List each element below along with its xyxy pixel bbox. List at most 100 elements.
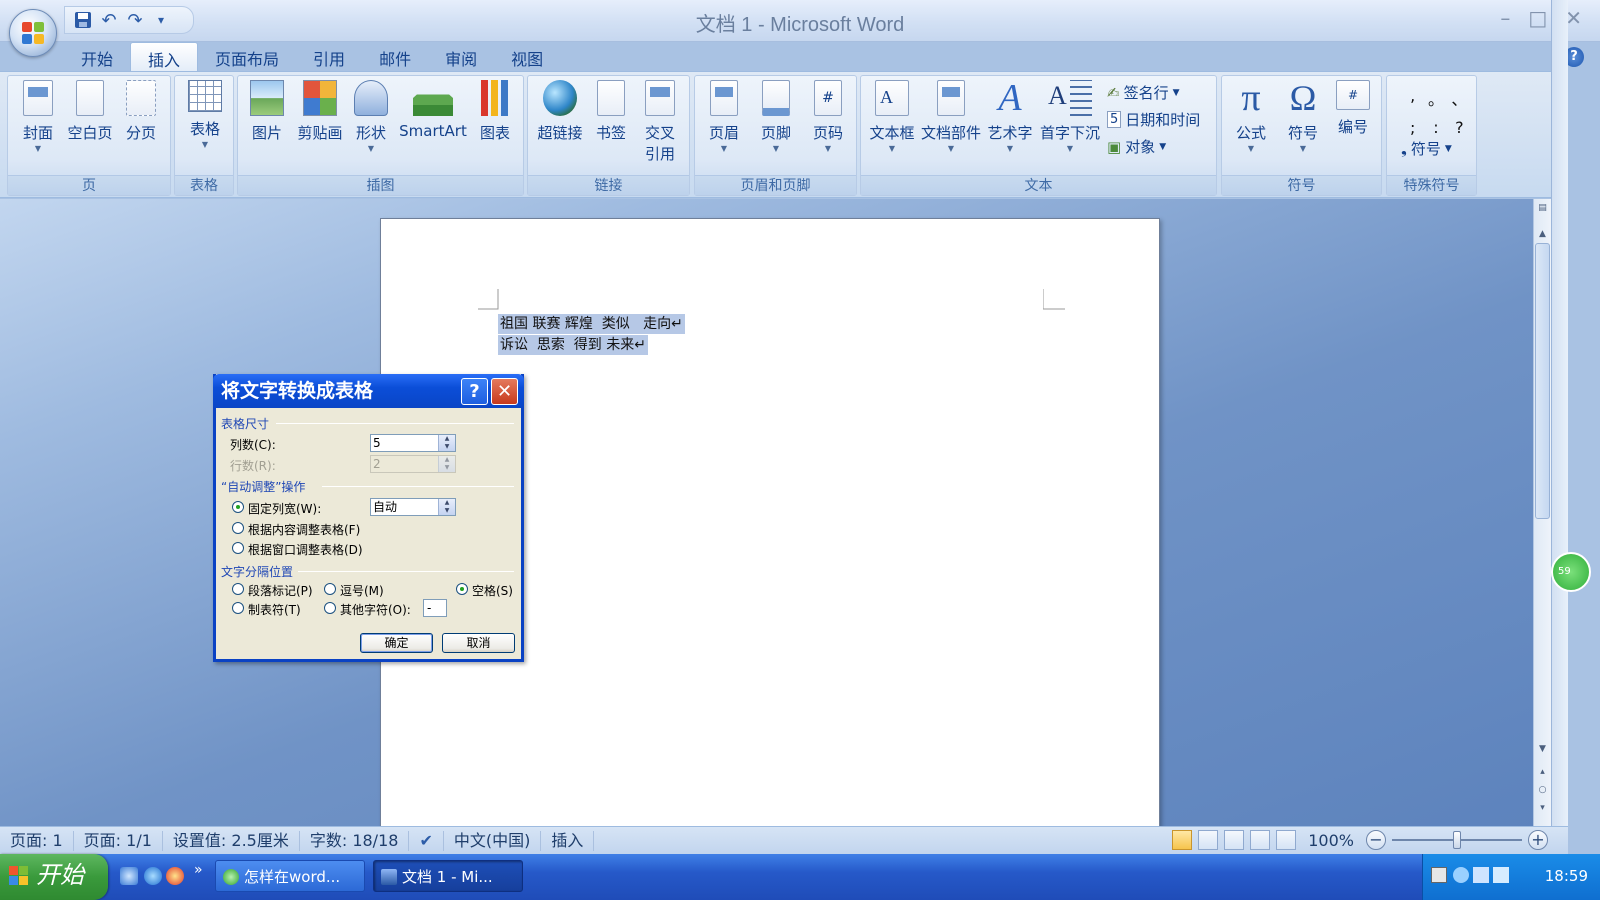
autofit-content-radio[interactable]	[232, 522, 244, 534]
volume-icon[interactable]	[1493, 867, 1509, 883]
tab-home[interactable]: 开始	[64, 42, 130, 72]
status-pages[interactable]: 页面: 1/1	[74, 830, 163, 851]
zoom-out-button[interactable]: −	[1366, 830, 1386, 850]
picture-button[interactable]: 图片	[242, 80, 292, 143]
tab-view[interactable]: 视图	[494, 42, 560, 72]
web-layout-view-icon[interactable]	[1224, 830, 1245, 850]
network-icon[interactable]	[1473, 867, 1489, 883]
table-button[interactable]: 表格 ▼	[179, 80, 231, 149]
shapes-button[interactable]: 形状 ▼	[348, 80, 394, 153]
tray-arrow-icon[interactable]	[1453, 867, 1469, 883]
cover-page-button[interactable]: 封面 ▼	[14, 80, 62, 153]
ie-icon[interactable]	[144, 867, 162, 885]
text-line-2[interactable]: 诉讼 思索 得到 未来↵	[498, 335, 648, 355]
zoom-slider[interactable]	[1392, 831, 1522, 849]
footer-button[interactable]: 页脚 ▼	[753, 80, 799, 153]
separator-comma-label[interactable]: 逗号(M)	[340, 582, 384, 599]
separator-tab-label[interactable]: 制表符(T)	[248, 601, 301, 618]
comma-symbol[interactable]: ,	[1401, 86, 1424, 110]
tab-references[interactable]: 引用	[296, 42, 362, 72]
cross-reference-button[interactable]: 交叉 引用	[636, 80, 684, 164]
fixed-width-spinner[interactable]: 自动 ▲ ▼	[370, 498, 456, 516]
autofit-window-label[interactable]: 根据窗口调整表格(D)	[248, 541, 363, 558]
textbox-button[interactable]: A 文本框 ▼	[865, 80, 919, 153]
header-button[interactable]: 页眉 ▼	[701, 80, 747, 153]
ok-button[interactable]: 确定	[360, 633, 433, 653]
smartart-button[interactable]: SmartArt	[396, 80, 470, 140]
prev-page-icon[interactable]: ▴	[1534, 767, 1551, 777]
status-page[interactable]: 页面: 1	[0, 830, 74, 851]
draft-view-icon[interactable]	[1276, 830, 1297, 850]
special-symbol-button[interactable]: ❟ 符号 ▼	[1401, 138, 1452, 159]
separator-paragraph-label[interactable]: 段落标记(P)	[248, 582, 313, 599]
dialog-help-button[interactable]: ?	[461, 378, 488, 405]
scroll-down-arrow[interactable]: ▼	[1534, 744, 1551, 754]
task-browser[interactable]: 怎样在word...	[215, 860, 365, 892]
status-insert-mode[interactable]: 插入	[541, 830, 595, 851]
ime-icon[interactable]	[1431, 867, 1447, 883]
wordart-button[interactable]: A 艺术字 ▼	[985, 79, 1035, 153]
dialog-close-button[interactable]: ✕	[491, 378, 518, 405]
separator-comma-radio[interactable]	[324, 583, 336, 595]
blank-page-button[interactable]: 空白页	[64, 80, 116, 143]
autofit-content-label[interactable]: 根据内容调整表格(F)	[248, 521, 360, 538]
zoom-level[interactable]: 100%	[1302, 831, 1360, 850]
period-symbol[interactable]: 。	[1424, 86, 1447, 110]
scroll-thumb[interactable]	[1535, 243, 1550, 519]
office-button[interactable]	[9, 9, 57, 57]
signature-line-button[interactable]: ✍ 签名行 ▼	[1107, 82, 1180, 103]
page-break-button[interactable]: 分页	[118, 80, 164, 143]
outline-view-icon[interactable]	[1250, 830, 1271, 850]
show-desktop-icon[interactable]	[120, 867, 138, 885]
fixed-width-radio[interactable]	[232, 501, 244, 513]
cancel-button[interactable]: 取消	[442, 633, 515, 653]
numbering-button[interactable]: # 编号	[1328, 80, 1378, 137]
fixed-width-label[interactable]: 固定列宽(W):	[248, 500, 321, 517]
full-screen-reading-view-icon[interactable]	[1198, 830, 1219, 850]
semicolon-symbol[interactable]: ;	[1401, 118, 1424, 137]
tab-review[interactable]: 审阅	[428, 42, 494, 72]
start-button[interactable]: 开始	[0, 854, 108, 900]
tab-page-layout[interactable]: 页面布局	[198, 42, 296, 72]
scroll-up-arrow[interactable]: ▲	[1534, 229, 1551, 239]
hyperlink-button[interactable]: 超链接	[532, 80, 588, 143]
task-word[interactable]: 文档 1 - Mi...	[373, 860, 523, 892]
qq-icon[interactable]	[166, 867, 184, 885]
browse-object-icon[interactable]: ○	[1534, 785, 1551, 795]
columns-spinner[interactable]: 5 ▲ ▼	[370, 434, 456, 452]
chart-button[interactable]: 图表	[472, 80, 518, 143]
vertical-scrollbar[interactable]: ▤ ▲ ▼ ▴ ○ ▾	[1533, 199, 1551, 826]
equation-button[interactable]: π 公式 ▼	[1226, 79, 1276, 153]
separator-tab-radio[interactable]	[232, 602, 244, 614]
next-page-icon[interactable]: ▾	[1534, 803, 1551, 813]
scroll-ruler-icon[interactable]: ▤	[1534, 203, 1551, 213]
symbol-button[interactable]: Ω 符号 ▼	[1278, 80, 1328, 153]
clock[interactable]: 18:59	[1545, 867, 1588, 885]
separator-other-label[interactable]: 其他字符(O):	[340, 601, 411, 618]
spinner-arrows-icon[interactable]: ▲ ▼	[438, 435, 455, 451]
tab-insert[interactable]: 插入	[130, 42, 199, 72]
date-time-button[interactable]: 5 日期和时间	[1107, 109, 1200, 130]
question-symbol[interactable]: ?	[1448, 118, 1471, 137]
tab-mailings[interactable]: 邮件	[362, 42, 428, 72]
status-setting[interactable]: 设置值: 2.5厘米	[163, 830, 300, 851]
separator-other-input[interactable]: -	[423, 599, 447, 617]
separator-other-radio[interactable]	[324, 602, 336, 614]
zoom-in-button[interactable]: +	[1528, 830, 1548, 850]
enum-comma-symbol[interactable]: 、	[1448, 86, 1471, 110]
dialog-title-bar[interactable]: 将文字转换成表格 ? ✕	[213, 374, 524, 408]
text-line-1[interactable]: 祖国 联赛 辉煌 类似 走向↵	[498, 314, 685, 334]
separator-space-radio[interactable]	[456, 583, 468, 595]
zoom-slider-knob[interactable]	[1453, 831, 1461, 849]
side-badge[interactable]: 59	[1551, 552, 1591, 592]
status-words[interactable]: 字数: 18/18	[300, 830, 410, 851]
object-button[interactable]: ▣ 对象 ▼	[1107, 136, 1166, 157]
drop-cap-button[interactable]: A 首字下沉 ▼	[1037, 80, 1103, 153]
proofing-icon[interactable]: ✔	[409, 830, 444, 851]
quicklaunch-more[interactable]: »	[194, 862, 203, 878]
bookmark-button[interactable]: 书签	[590, 80, 632, 143]
separator-space-label[interactable]: 空格(S)	[472, 582, 513, 599]
quick-parts-button[interactable]: 文档部件 ▼	[919, 80, 983, 153]
page-number-button[interactable]: # 页码 ▼	[805, 80, 851, 153]
print-layout-view-icon[interactable]	[1172, 830, 1193, 850]
